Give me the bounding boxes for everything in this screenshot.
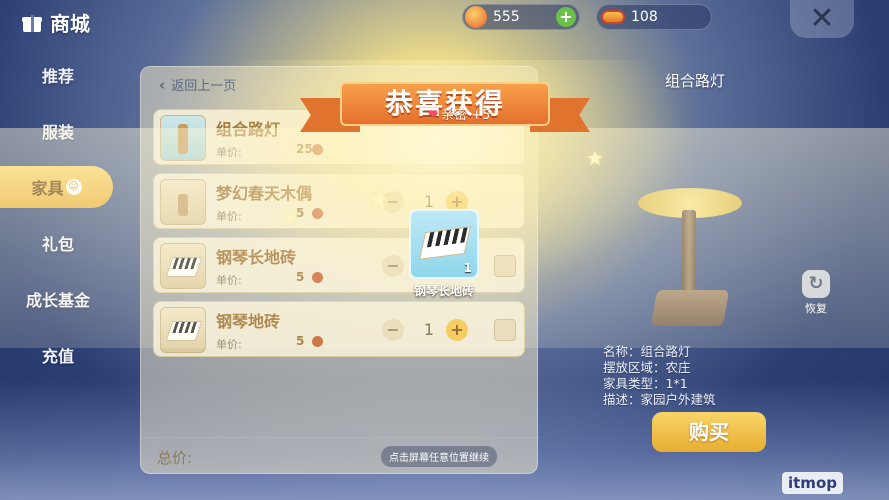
price-label: 单价: <box>216 274 242 287</box>
detail-area: 摆放区域：农庄 <box>603 360 691 375</box>
detail-name: 名称：组合路灯 <box>603 344 691 359</box>
total-label: 总价: <box>157 449 193 467</box>
rotate-icon: ↻ <box>802 270 830 298</box>
price-label: 单价: <box>216 146 242 159</box>
sidebar-item-growth-fund[interactable]: 成长基金 <box>0 278 116 320</box>
sidebar-item-clothing[interactable]: 服装 <box>0 110 116 152</box>
heart-icon: ❤ <box>428 106 439 121</box>
detail-type: 家具类型：1*1 <box>603 376 688 391</box>
hotdog-amount: 108 <box>631 9 658 25</box>
coin-balance: 555 + <box>462 4 580 30</box>
buy-button[interactable]: 购买 <box>652 412 766 452</box>
hotdog-balance: 108 <box>596 4 712 30</box>
price-value: 25 <box>296 142 313 156</box>
sidebar-item-furniture-label: 家具 <box>31 179 64 198</box>
reward-item-tile: 1 <box>409 209 479 279</box>
star-icon: ★ <box>284 208 299 227</box>
item-name: 钢琴长地砖 <box>216 248 297 267</box>
back-link[interactable]: ‹ 返回上一页 <box>159 75 237 95</box>
preview-title: 组合路灯 <box>664 72 725 90</box>
close-button[interactable]: ✕ <box>790 0 854 38</box>
detail-description: 描述：家园户外建筑 <box>603 392 716 407</box>
furniture-badge-icon: ☺ <box>65 179 82 195</box>
reward-item-count: 1 <box>463 261 472 275</box>
shop-title: 商城 <box>22 8 90 37</box>
piano-tile-icon <box>419 226 471 260</box>
back-label: 返回上一页 <box>171 79 237 94</box>
street-lamp-preview <box>630 180 750 340</box>
item-name: 组合路灯 <box>216 120 281 139</box>
sidebar-item-gift-pack[interactable]: 礼包 <box>0 222 116 264</box>
increase-quantity-button[interactable]: + <box>446 319 468 341</box>
gift-icon <box>22 13 42 33</box>
reset-button[interactable]: ↻ 恢复 <box>798 270 834 316</box>
sidebar-item-furniture[interactable]: 家具 ☺ <box>0 166 113 208</box>
decrease-quantity-button[interactable]: − <box>382 255 404 277</box>
price-value: 5 <box>296 270 305 284</box>
item-thumbnail <box>160 179 206 225</box>
item-name: 钢琴地砖 <box>216 312 281 331</box>
chevron-left-icon: ‹ <box>159 75 166 94</box>
item-details: 名称：组合路灯 摆放区域：农庄 家具类型：1*1 描述：家园户外建筑 <box>603 344 803 408</box>
price-label: 单价: <box>216 338 242 351</box>
price-value: 5 <box>296 334 305 348</box>
star-icon: ★ <box>368 186 390 214</box>
total-row: 总价: 点击屏幕任意位置继续 <box>141 437 539 473</box>
category-sidebar: 推荐 服装 家具 ☺ 礼包 成长基金 充值 <box>0 44 120 500</box>
star-icon: ★ <box>586 146 604 170</box>
coin-icon <box>312 144 323 155</box>
coin-icon <box>465 6 487 28</box>
select-checkbox[interactable] <box>494 255 516 277</box>
top-bar: 商城 555 + 108 ✕ <box>0 0 889 44</box>
coin-icon <box>312 272 323 283</box>
sidebar-item-recharge[interactable]: 充值 <box>0 334 116 376</box>
add-coins-button[interactable]: + <box>556 7 576 27</box>
select-checkbox[interactable] <box>494 319 516 341</box>
item-name: 梦幻春天木偶 <box>216 184 313 203</box>
reward-item-name: 钢琴长地砖 <box>413 284 474 298</box>
intimacy-text: 亲密 +5 <box>441 108 491 123</box>
site-watermark: itmop <box>782 472 843 494</box>
sidebar-item-recommend[interactable]: 推荐 <box>0 54 116 96</box>
item-thumbnail <box>160 115 206 161</box>
list-item[interactable]: 钢琴地砖 单价: 5 − 1 + <box>153 301 525 357</box>
hotdog-icon <box>601 10 625 24</box>
quantity-value: 1 <box>423 320 435 339</box>
shop-title-label: 商城 <box>50 12 90 36</box>
coin-icon <box>312 208 323 219</box>
item-thumbnail <box>160 243 206 289</box>
coin-icon <box>312 336 323 347</box>
reset-label: 恢复 <box>805 302 827 315</box>
coin-amount: 555 <box>493 9 520 25</box>
intimacy-reward: ❤ 亲密 +5 <box>428 104 491 124</box>
decrease-quantity-button[interactable]: − <box>382 319 404 341</box>
tap-to-continue-hint: 点击屏幕任意位置继续 <box>381 446 497 467</box>
item-thumbnail <box>160 307 206 353</box>
price-label: 单价: <box>216 210 242 223</box>
